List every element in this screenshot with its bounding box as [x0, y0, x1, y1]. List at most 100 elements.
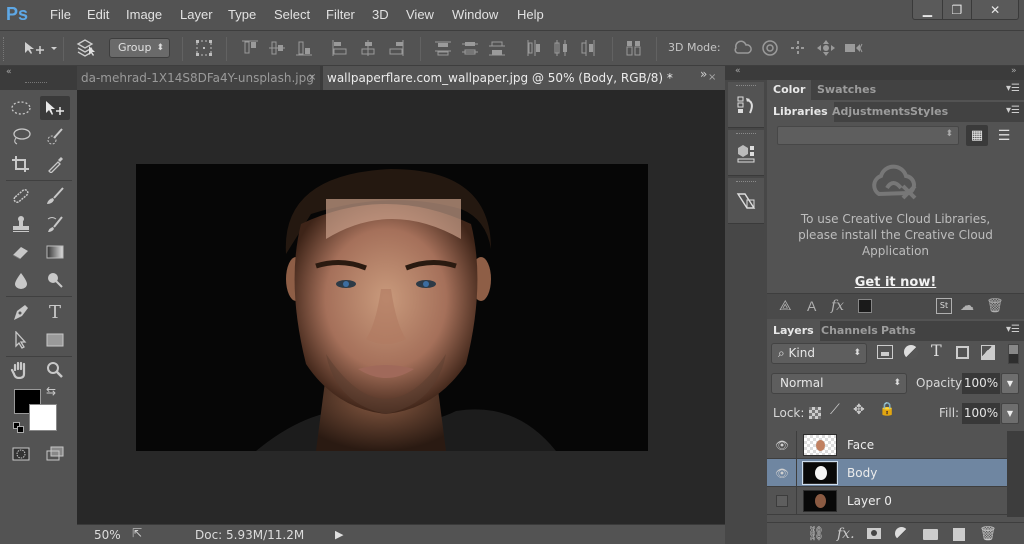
restore-button[interactable]: ❐ [943, 0, 973, 19]
menu-file[interactable]: File [50, 7, 71, 22]
delete-layer-icon[interactable]: 🗑 [979, 526, 997, 542]
distribute-vertical-centers-icon[interactable] [460, 39, 480, 57]
scale-3d-icon[interactable] [843, 39, 865, 57]
close-tab-icon[interactable]: × [308, 66, 316, 90]
layer-name[interactable]: Body [847, 466, 877, 480]
menu-filter[interactable]: Filter [326, 7, 355, 22]
layer-filter-kind-dropdown[interactable]: ⌕ Kind ⬍ [771, 343, 867, 364]
panel-menu-icon[interactable]: ▾☰ [1006, 83, 1020, 94]
gradient-tool[interactable] [40, 240, 70, 264]
shape-layer-filter-icon[interactable] [956, 346, 969, 359]
lock-position-icon[interactable]: ✥ [853, 402, 865, 418]
tab-swatches[interactable]: Swatches [811, 80, 882, 100]
minimize-button[interactable]: ▁ [913, 0, 943, 19]
crop-tool[interactable] [6, 152, 36, 176]
zoom-level-field[interactable]: 50% [94, 528, 121, 542]
properties-panel-button[interactable] [728, 178, 764, 224]
pan-3d-icon[interactable] [788, 39, 808, 57]
add-graphic-icon[interactable]: ⟁ [779, 298, 792, 314]
add-character-style-icon[interactable]: A [807, 298, 816, 314]
tab-paths[interactable]: Paths [875, 321, 922, 341]
eyedropper-tool[interactable] [40, 152, 70, 176]
cc-sync-icon[interactable]: ☁ [960, 298, 974, 314]
close-button[interactable]: ✕ [972, 0, 1018, 19]
opacity-slider-button[interactable]: ▼ [1001, 373, 1019, 394]
toolbox-grip[interactable] [25, 82, 47, 83]
move-tool[interactable] [40, 96, 70, 120]
hand-tool[interactable] [6, 358, 36, 382]
new-adjustment-layer-icon[interactable] [895, 527, 908, 540]
options-bar-grip[interactable] [3, 37, 9, 61]
panel-menu-icon[interactable]: ▾☰ [1006, 105, 1020, 116]
visibility-toggle[interactable]: 👁 [767, 459, 797, 487]
opacity-input[interactable]: 100% [962, 373, 1000, 394]
tab-color[interactable]: Color [767, 80, 812, 100]
status-menu-arrow-icon[interactable]: ▶ [335, 528, 343, 541]
layers-scrollbar[interactable] [1007, 431, 1024, 517]
tab-layers[interactable]: Layers [767, 321, 820, 341]
screen-mode-button[interactable] [40, 442, 70, 466]
align-bottom-edges-icon[interactable] [294, 39, 314, 57]
share-icon[interactable]: ⇱ [132, 526, 150, 544]
lock-image-pixels-icon[interactable]: ⟋ [830, 402, 840, 418]
lock-all-icon[interactable]: 🔒 [879, 402, 895, 417]
menu-view[interactable]: View [406, 7, 434, 22]
roll-3d-icon[interactable] [760, 39, 780, 57]
rectangle-tool[interactable] [40, 328, 70, 352]
expand-dock-icon[interactable]: « [735, 66, 741, 76]
add-fill-color-icon[interactable] [858, 299, 872, 313]
distribute-bottom-edges-icon[interactable] [487, 39, 507, 57]
grid-view-button[interactable]: ▦ [966, 125, 988, 146]
dodge-tool[interactable] [40, 268, 70, 292]
eraser-tool[interactable] [6, 240, 36, 264]
tab-overflow-icon[interactable]: » [700, 67, 707, 81]
path-selection-tool[interactable] [6, 328, 36, 352]
orbit-3d-icon[interactable] [731, 39, 753, 57]
distribute-horizontal-centers-icon[interactable] [551, 39, 571, 57]
align-right-edges-icon[interactable] [386, 39, 406, 57]
elliptical-marquee-tool[interactable] [6, 96, 36, 120]
new-group-folder-icon[interactable] [923, 529, 938, 540]
quick-selection-tool[interactable] [40, 124, 70, 148]
layer-row-face[interactable]: 👁 Face [767, 431, 1007, 459]
align-horizontal-centers-icon[interactable] [358, 39, 378, 57]
document-canvas-image[interactable] [136, 164, 648, 451]
align-top-edges-icon[interactable] [240, 39, 260, 57]
library-dropdown[interactable]: ⬍ [777, 126, 959, 145]
menu-edit[interactable]: Edit [87, 7, 109, 22]
history-panel-button[interactable] [728, 82, 764, 128]
layer-name[interactable]: Layer 0 [847, 494, 892, 508]
auto-select-checkbox[interactable] [76, 38, 98, 58]
blur-tool[interactable] [6, 268, 36, 292]
layer-row-body[interactable]: 👁 Body [767, 459, 1007, 487]
pen-tool[interactable] [6, 300, 36, 324]
swap-colors-icon[interactable]: ⇆ [46, 384, 56, 398]
trash-icon[interactable]: 🗑 [986, 298, 1004, 314]
menu-type[interactable]: Type [228, 7, 256, 22]
pixel-layer-filter-icon[interactable] [877, 345, 893, 359]
menu-window[interactable]: Window [452, 7, 498, 22]
smart-object-filter-icon[interactable] [981, 345, 995, 360]
menu-image[interactable]: Image [126, 7, 162, 22]
auto-select-target-dropdown[interactable]: Group ⬍ [109, 38, 170, 58]
add-layer-style-icon[interactable]: fx [831, 298, 844, 314]
show-transform-controls-checkbox[interactable] [194, 38, 214, 58]
history-brush-tool[interactable] [40, 212, 70, 236]
menu-help[interactable]: Help [517, 7, 544, 22]
default-colors-icon[interactable] [13, 422, 25, 434]
fill-slider-button[interactable]: ▼ [1001, 403, 1019, 424]
tab-document-1[interactable]: da-mehrad-1X14S8DFa4Y-unsplash.jpg × [77, 66, 320, 90]
visibility-toggle[interactable] [767, 487, 797, 515]
distribute-right-edges-icon[interactable] [578, 39, 598, 57]
tab-adjustments[interactable]: Adjustments [826, 102, 916, 122]
new-layer-icon[interactable] [953, 528, 965, 541]
link-layers-icon[interactable]: ⛓ [807, 526, 825, 542]
layer-name[interactable]: Face [847, 438, 874, 452]
clone-stamp-tool[interactable] [6, 212, 36, 236]
tab-channels[interactable]: Channels [815, 321, 884, 341]
menu-layer[interactable]: Layer [180, 7, 213, 22]
get-it-now-link[interactable]: Get it now! [767, 275, 1024, 290]
lock-transparent-pixels-icon[interactable] [809, 407, 821, 419]
layer-row-layer-0[interactable]: Layer 0 [767, 487, 1007, 515]
distribute-top-edges-icon[interactable] [433, 39, 453, 57]
